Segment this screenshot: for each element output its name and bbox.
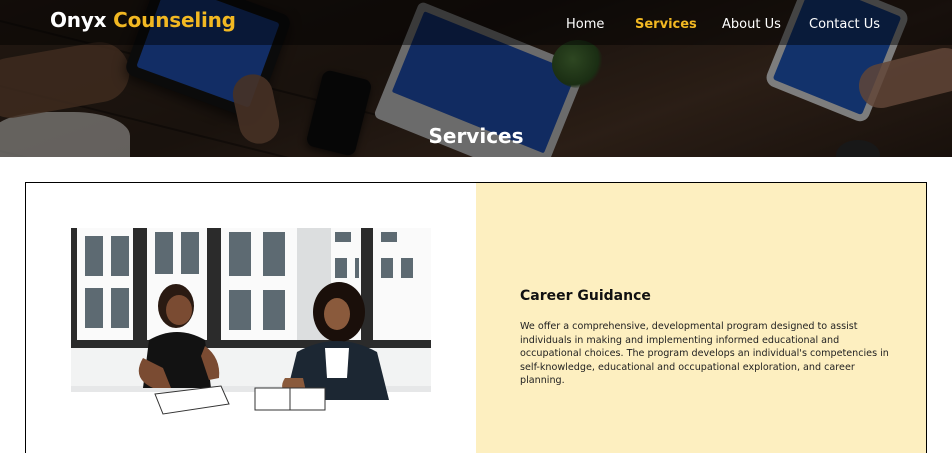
nav-about-us[interactable]: About Us	[722, 17, 781, 32]
career-guidance-photo	[71, 228, 431, 431]
brand-name-part1: Onyx	[50, 8, 107, 32]
page-title: Services	[428, 124, 524, 148]
service-title: Career Guidance	[520, 288, 651, 304]
service-card: Career Guidance We offer a comprehensive…	[25, 182, 927, 453]
nav-contact-us[interactable]: Contact Us	[809, 17, 880, 32]
nav-home[interactable]: Home	[566, 17, 604, 32]
brand-name-part2: Counseling	[113, 8, 236, 32]
service-description: We offer a comprehensive, developmental …	[520, 321, 889, 386]
nav-services[interactable]: Services	[635, 17, 697, 32]
service-text-panel: Career Guidance We offer a comprehensive…	[476, 183, 926, 453]
brand-logo[interactable]: Onyx Counseling	[50, 8, 236, 32]
hero-banner: Onyx Counseling Home Services About Us C…	[0, 0, 952, 157]
